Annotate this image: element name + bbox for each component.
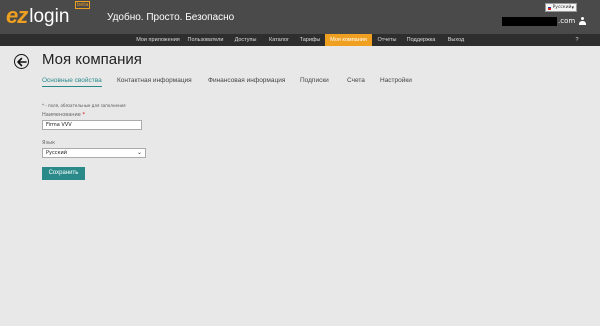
required-fields-hint: * - поля, обязательные для заполнения	[42, 103, 126, 108]
arrow-left-icon	[16, 57, 27, 66]
language-label: Язык	[42, 140, 56, 146]
required-marker: *	[82, 112, 85, 118]
company-name-input[interactable]: Firma VVV	[42, 120, 142, 130]
beta-badge: beta	[75, 1, 91, 9]
nav-item-catalog[interactable]: Каталог	[263, 34, 295, 46]
main-content: Моя компания Основные свойства Контактна…	[0, 46, 600, 326]
tab-contact-info[interactable]: Контактная информация	[117, 76, 192, 86]
nav-item-reports[interactable]: Отчеты	[372, 34, 402, 46]
nav-item-my-company[interactable]: Моя компания	[325, 34, 372, 46]
language-select[interactable]: Русский ⌄	[42, 148, 146, 158]
tab-basic-properties[interactable]: Основные свойства	[42, 76, 102, 87]
back-button[interactable]	[14, 54, 29, 69]
user-email-suffix: .com	[558, 17, 576, 25]
tagline: Удобно. Просто. Безопасно	[107, 12, 235, 23]
logo-login: login	[29, 5, 70, 27]
nav-item-my-apps[interactable]: Мои приложения	[133, 34, 183, 46]
app-header: ez login beta Удобно. Просто. Безопасно …	[0, 0, 600, 34]
save-button[interactable]: Сохранить	[42, 167, 85, 180]
user-icon	[579, 17, 587, 25]
language-selector-label: Русский	[552, 5, 572, 10]
logo[interactable]: ez login	[6, 4, 69, 28]
language-select-value: Русский	[46, 150, 67, 156]
tab-financial-info[interactable]: Финансовая информация	[208, 76, 285, 86]
tab-settings[interactable]: Настройки	[380, 76, 412, 86]
company-name-label-text: Наименование	[42, 112, 81, 118]
logo-ez: ez	[6, 3, 28, 28]
tab-subscriptions[interactable]: Подписки	[300, 76, 329, 86]
page-title: Моя компания	[42, 51, 142, 68]
user-menu[interactable]: .com	[502, 16, 587, 26]
nav-item-tariffs[interactable]: Тарифы	[295, 34, 325, 46]
chevron-down-icon: ⌄	[136, 149, 142, 156]
redacted-user-email	[502, 16, 557, 26]
help-icon[interactable]: ?	[570, 34, 584, 46]
russian-flag-icon	[548, 5, 551, 11]
nav-item-users[interactable]: Пользователи	[183, 34, 228, 46]
nav-item-access[interactable]: Доступы	[228, 34, 263, 46]
chevron-down-icon: ▾	[571, 4, 574, 11]
language-selector[interactable]: Русский ▾	[545, 3, 577, 12]
nav-item-logout[interactable]: Выход	[440, 34, 472, 46]
tab-invoices[interactable]: Счета	[347, 76, 365, 86]
main-nav: Мои приложения Пользователи Доступы Ката…	[0, 34, 600, 46]
nav-item-support[interactable]: Поддержка	[402, 34, 440, 46]
company-name-label: Наименование *	[42, 112, 85, 118]
